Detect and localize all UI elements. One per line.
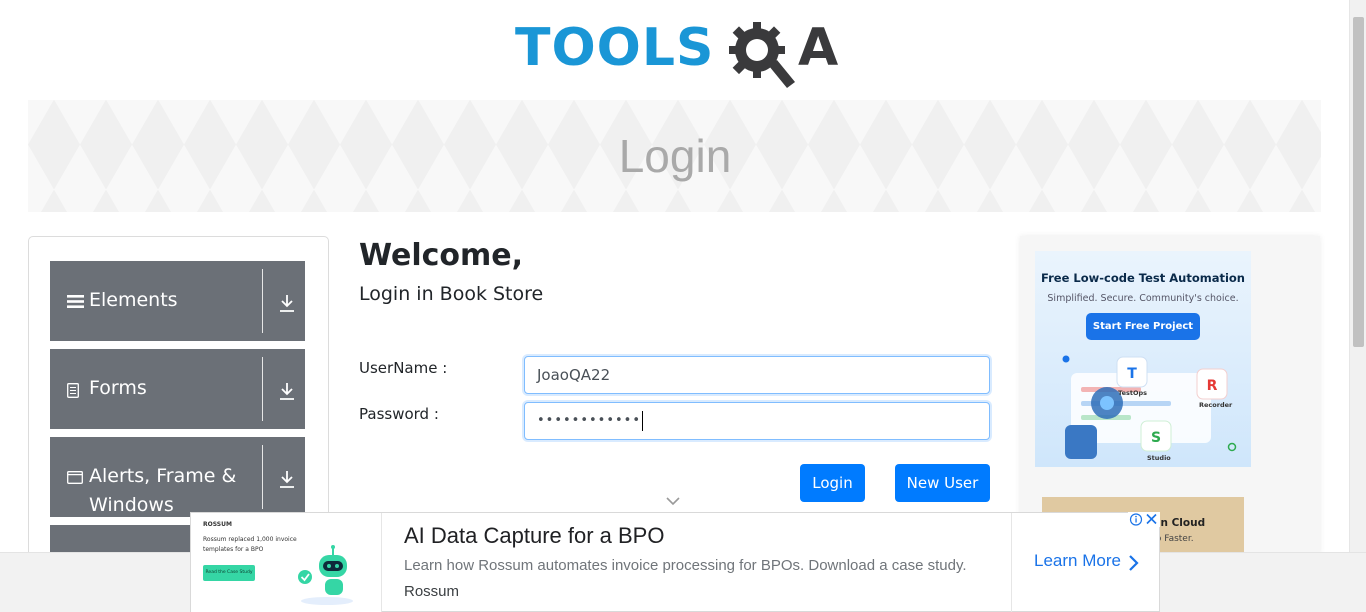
password-label: Password : bbox=[359, 405, 439, 423]
page: TOOLS A Login Elements Forms Alerts, Fra… bbox=[0, 0, 1366, 612]
username-label: UserName : bbox=[359, 359, 448, 377]
group-label-forms: Forms bbox=[89, 377, 147, 399]
svg-text:S: S bbox=[1151, 430, 1161, 446]
adchoices-icon[interactable] bbox=[1128, 512, 1160, 527]
svg-text:T: T bbox=[1127, 366, 1137, 382]
username-value: JoaoQA22 bbox=[537, 366, 611, 384]
vertical-scrollbar[interactable] bbox=[1349, 0, 1366, 552]
group-elements[interactable]: Elements bbox=[50, 261, 305, 341]
adchoices-controls[interactable] bbox=[1128, 512, 1160, 527]
download-arrow-icon[interactable] bbox=[279, 382, 295, 400]
group-divider bbox=[262, 357, 263, 421]
ad-thumbnail[interactable]: ROSSUM Rossum replaced 1,000 invoice tem… bbox=[191, 513, 382, 612]
group-alerts-frame-windows[interactable]: Alerts, Frame & Windows bbox=[50, 437, 305, 517]
document-icon bbox=[67, 383, 79, 398]
logo-text-tools: TOOLS bbox=[515, 18, 715, 78]
ad-description: Learn how Rossum automates invoice proce… bbox=[404, 557, 967, 574]
download-arrow-icon[interactable] bbox=[279, 294, 295, 312]
right-ad[interactable]: Free Low-code Test Automation Simplified… bbox=[1020, 236, 1320, 557]
download-arrow-icon[interactable] bbox=[279, 470, 295, 488]
ad-thumb-brand: ROSSUM bbox=[203, 521, 232, 528]
ad-label-recorder: Recorder bbox=[1199, 401, 1233, 409]
ad-cta-area[interactable]: Learn More bbox=[1011, 513, 1160, 612]
gear-magnifier-icon bbox=[729, 22, 795, 88]
group-label-alerts: Alerts, Frame & bbox=[89, 465, 237, 487]
page-title: Login bbox=[618, 130, 732, 182]
ad-title: Free Low-code Test Automation bbox=[1041, 271, 1245, 285]
ad-advertiser: Rossum bbox=[404, 583, 460, 600]
welcome-heading: Welcome, bbox=[359, 238, 524, 273]
logo-text-a: A bbox=[798, 18, 839, 78]
window-icon bbox=[67, 471, 83, 484]
new-user-button[interactable]: New User bbox=[895, 464, 990, 502]
scrollbar-thumb[interactable] bbox=[1353, 17, 1364, 347]
password-field[interactable]: •••••••••••• bbox=[524, 402, 990, 440]
bottom-ad[interactable]: ROSSUM Rossum replaced 1,000 invoice tem… bbox=[190, 512, 1160, 612]
learn-more-link[interactable]: Learn More bbox=[1034, 551, 1121, 571]
ad-headline[interactable]: AI Data Capture for a BPO bbox=[404, 523, 664, 549]
start-free-project-button[interactable]: Start Free Project bbox=[1086, 313, 1200, 340]
toolsqa-logo[interactable]: TOOLS A bbox=[515, 16, 838, 90]
group-divider bbox=[262, 445, 263, 509]
login-button[interactable]: Login bbox=[800, 464, 865, 502]
ad-thumb-button[interactable]: Read the Case Study bbox=[203, 565, 255, 581]
login-subtitle: Login in Book Store bbox=[359, 283, 544, 305]
password-value: •••••••••••• bbox=[537, 413, 642, 428]
text-cursor bbox=[642, 410, 644, 431]
username-field[interactable]: JoaoQA22 bbox=[524, 356, 990, 394]
svg-text:R: R bbox=[1207, 378, 1218, 394]
ad-label-testops: TestOps bbox=[1118, 389, 1148, 397]
katalon-ad-card[interactable]: Free Low-code Test Automation Simplified… bbox=[1035, 251, 1251, 467]
group-forms[interactable]: Forms bbox=[50, 349, 305, 429]
robot-icon bbox=[298, 545, 353, 605]
ad-label-studio: Studio bbox=[1147, 454, 1171, 462]
group-divider bbox=[262, 269, 263, 333]
chevron-down-icon[interactable] bbox=[666, 496, 680, 506]
ad-tagline: Simplified. Secure. Community's choice. bbox=[1047, 293, 1239, 304]
hamburger-icon bbox=[67, 295, 84, 308]
group-label-elements: Elements bbox=[89, 289, 178, 311]
group-label-alerts-line2: Windows bbox=[89, 494, 174, 516]
chevron-right-icon[interactable] bbox=[1128, 554, 1140, 572]
